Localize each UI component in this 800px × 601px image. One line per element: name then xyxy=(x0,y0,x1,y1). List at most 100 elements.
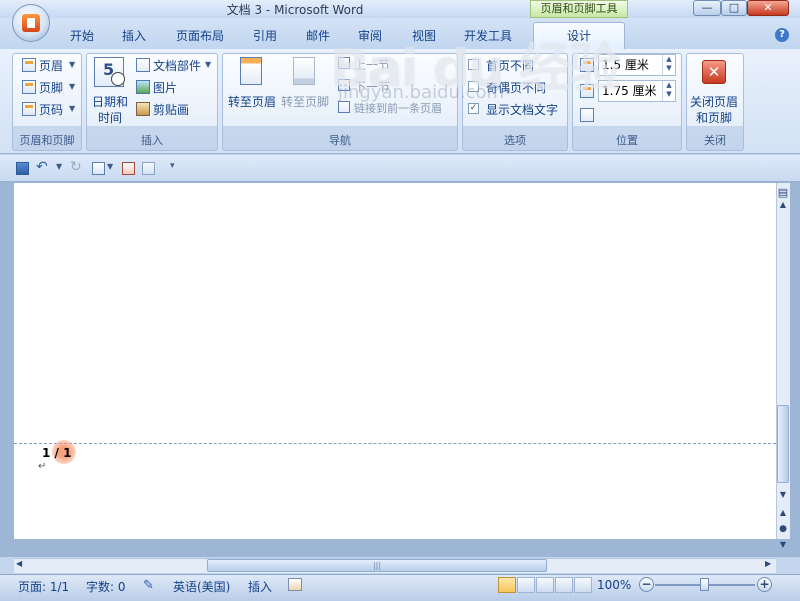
undo-dropdown-icon[interactable]: ▼ xyxy=(56,162,62,171)
footer-button[interactable]: 页脚 ▼ xyxy=(20,77,78,97)
date-time-button[interactable]: 5 日期和 时间 xyxy=(88,55,132,127)
group-label: 选项 xyxy=(504,134,526,147)
proofing-icon[interactable]: ✎ xyxy=(143,578,154,593)
draft-view-button[interactable] xyxy=(574,577,592,593)
page-count-status[interactable]: 页面: 1/1 xyxy=(18,578,69,595)
close-window-button[interactable]: ✕ xyxy=(747,0,789,16)
date-time-label-2: 时间 xyxy=(98,111,123,125)
group-label: 导航 xyxy=(329,134,351,147)
web-layout-button[interactable] xyxy=(536,577,554,593)
picture-label: 图片 xyxy=(153,81,178,95)
tab-home[interactable]: 开始 xyxy=(62,26,102,46)
select-browse-object-icon[interactable]: ● xyxy=(777,524,789,534)
scroll-left-icon[interactable]: ◀ xyxy=(16,559,22,568)
scroll-right-icon[interactable]: ▶ xyxy=(765,559,771,568)
vertical-scroll-thumb[interactable] xyxy=(777,405,789,483)
calendar-icon: 5 xyxy=(94,57,125,87)
insert-alignment-tab-icon[interactable] xyxy=(580,108,594,122)
office-logo-icon xyxy=(22,14,40,32)
show-document-text-option[interactable]: ✓ 显示文档文字 xyxy=(468,101,566,117)
goto-footer-label: 转至页脚 xyxy=(281,95,330,109)
tab-page-layout[interactable]: 页面布局 xyxy=(170,26,230,46)
goto-header-label: 转至页眉 xyxy=(228,95,277,109)
dropdown-arrow-icon: ▼ xyxy=(69,82,76,91)
format-icon[interactable] xyxy=(142,162,155,175)
header-label: 页眉 xyxy=(39,59,64,73)
footer-icon xyxy=(22,80,36,94)
close-header-footer-label-1: 关闭页眉 xyxy=(690,95,739,109)
goto-footer-button: 转至页脚 xyxy=(279,55,331,115)
delete-icon[interactable] xyxy=(122,162,135,175)
goto-header-icon xyxy=(240,57,262,85)
group-label: 位置 xyxy=(616,134,638,147)
page-number-button[interactable]: 页码 ▼ xyxy=(20,99,78,119)
quick-access-toolbar xyxy=(0,155,800,182)
close-header-footer-label-2: 和页脚 xyxy=(696,111,733,125)
page-number-icon xyxy=(22,102,36,116)
clip-art-button[interactable]: 剪贴画 xyxy=(134,99,198,119)
goto-footer-icon xyxy=(293,57,315,85)
zoom-in-button[interactable]: + xyxy=(757,577,772,592)
show-document-text-label: 显示文档文字 xyxy=(486,103,559,117)
close-icon: ✕ xyxy=(702,60,726,84)
goto-header-button[interactable]: 转至页眉 xyxy=(226,55,278,115)
full-screen-reading-button[interactable] xyxy=(517,577,535,593)
minimize-button[interactable]: — xyxy=(693,0,721,16)
group-label: 页眉和页脚 xyxy=(19,134,75,147)
window-title: 文档 3 - Microsoft Word xyxy=(226,3,364,17)
outline-view-button[interactable] xyxy=(555,577,573,593)
show-document-text-checkbox[interactable]: ✓ xyxy=(468,103,479,114)
quick-parts-button[interactable]: 文档部件 ▼ xyxy=(134,55,216,75)
zoom-out-button[interactable]: − xyxy=(639,577,654,592)
zoom-slider-thumb[interactable] xyxy=(700,578,709,591)
header-button[interactable]: 页眉 ▼ xyxy=(20,55,78,75)
picture-button[interactable]: 图片 xyxy=(134,77,194,97)
dropdown-arrow-icon: ▼ xyxy=(69,60,76,69)
quick-parts-icon xyxy=(136,58,150,72)
context-tab-group-label: 页眉和页脚工具 xyxy=(530,0,628,18)
footer-page-number[interactable]: 1 / 1 xyxy=(42,446,71,460)
page-setup-dropdown-icon[interactable]: ▼ xyxy=(107,162,113,171)
office-button[interactable] xyxy=(12,4,50,42)
save-icon[interactable] xyxy=(16,162,29,175)
previous-page-icon[interactable]: ▲ xyxy=(777,508,789,517)
group-label: 插入 xyxy=(141,134,163,147)
footer-from-bottom-spinner[interactable]: ▲ ▼ xyxy=(662,81,675,101)
language-status[interactable]: 英语(美国) xyxy=(173,578,230,595)
word-count-status[interactable]: 字数: 0 xyxy=(86,578,126,595)
customize-toolbar-icon[interactable]: ▾ xyxy=(170,161,175,171)
clip-art-label: 剪贴画 xyxy=(153,103,190,117)
page-number-label: 页码 xyxy=(39,103,64,117)
next-page-icon[interactable]: ▼ xyxy=(777,540,789,549)
undo-icon[interactable]: ↶ xyxy=(36,159,48,175)
quick-parts-label: 文档部件 xyxy=(153,59,202,73)
tab-references[interactable]: 引用 xyxy=(245,26,285,46)
print-layout-view-button[interactable] xyxy=(498,577,516,593)
scroll-up-icon[interactable]: ▲ xyxy=(777,200,789,209)
dropdown-arrow-icon: ▼ xyxy=(205,60,212,69)
picture-icon xyxy=(136,80,150,94)
dropdown-arrow-icon: ▼ xyxy=(69,104,76,113)
document-page[interactable] xyxy=(14,183,776,539)
redo-icon: ↻ xyxy=(70,159,82,175)
close-header-footer-button[interactable]: ✕ 关闭页眉 和页脚 xyxy=(688,55,742,127)
macro-record-icon[interactable] xyxy=(288,578,302,591)
maximize-button[interactable]: □ xyxy=(721,0,747,16)
group-label: 关闭 xyxy=(704,134,726,147)
header-from-top-spinner[interactable]: ▲ ▼ xyxy=(662,55,675,75)
clip-art-icon xyxy=(136,102,150,116)
vertical-scrollbar[interactable] xyxy=(776,183,790,539)
insert-mode-status[interactable]: 插入 xyxy=(248,578,272,595)
scroll-down-icon[interactable]: ▼ xyxy=(777,490,789,499)
clock-icon xyxy=(111,72,125,86)
zoom-level[interactable]: 100% xyxy=(597,578,631,592)
help-icon[interactable]: ? xyxy=(775,28,789,42)
page-setup-icon[interactable] xyxy=(92,162,105,175)
date-time-label-1: 日期和 xyxy=(92,95,129,109)
paragraph-mark: ↵ xyxy=(38,461,47,472)
header-icon xyxy=(22,58,36,72)
ruler-toggle-icon[interactable]: ▤ xyxy=(777,186,789,199)
watermark-url: jingyan.baidu.com xyxy=(338,82,505,103)
horizontal-scroll-thumb[interactable]: ||| xyxy=(207,559,547,572)
tab-insert[interactable]: 插入 xyxy=(114,26,154,46)
